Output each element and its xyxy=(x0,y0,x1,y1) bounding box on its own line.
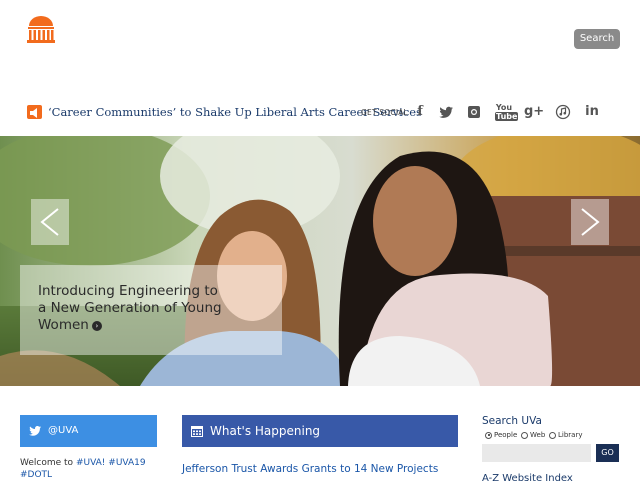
google-plus-icon[interactable]: g+ xyxy=(524,103,544,121)
hero-caption-text: Introducing Engineering to a New Generat… xyxy=(38,283,222,333)
twitter-header-bar[interactable] xyxy=(20,415,157,447)
az-index-link[interactable]: A-Z Website Index xyxy=(482,473,573,484)
radio-dot[interactable] xyxy=(549,431,556,439)
chevron-right-icon xyxy=(581,208,600,236)
radio-web[interactable]: Web xyxy=(521,431,545,439)
hashtag-link[interactable]: #DOTL xyxy=(20,470,52,480)
tweet-text: Welcome to #UVA! #UVA19 #DOTL xyxy=(20,457,160,481)
previous-slide-button[interactable] xyxy=(31,199,69,245)
calendar-icon xyxy=(191,426,203,437)
search-button[interactable]: Search xyxy=(574,29,620,49)
radio-library[interactable]: Library xyxy=(549,431,582,439)
radio-dot[interactable] xyxy=(485,431,492,439)
hero-caption-link[interactable]: Introducing Engineering to a New Generat… xyxy=(38,283,228,334)
twitter-icon xyxy=(29,426,42,436)
next-slide-button[interactable] xyxy=(571,199,609,245)
radio-label: People xyxy=(494,431,518,439)
tweet-prefix: Welcome to xyxy=(20,458,76,468)
go-button[interactable]: GO xyxy=(596,444,619,462)
search-uva-title: Search UVa xyxy=(482,415,542,427)
youtube-icon[interactable]: You Tube xyxy=(495,103,519,121)
hashtag-link[interactable]: #UVA! xyxy=(76,458,105,468)
facebook-icon[interactable]: f xyxy=(413,103,427,121)
hero-slideshow[interactable]: Introducing Engineering to a New Generat… xyxy=(0,136,640,386)
twitter-icon[interactable] xyxy=(437,103,455,121)
search-uva-input[interactable] xyxy=(482,444,591,462)
radio-label: Web xyxy=(530,431,546,439)
get-social-label: GET SOCIAL xyxy=(361,108,408,117)
chevron-left-icon xyxy=(40,208,59,236)
news-item-link[interactable]: Jefferson Trust Awards Grants to 14 New … xyxy=(182,463,438,475)
uva-rotunda-logo[interactable] xyxy=(26,14,56,44)
instagram-icon[interactable] xyxy=(467,103,481,121)
radio-label: Library xyxy=(558,431,583,439)
arrow-circle-right-icon: › xyxy=(91,321,102,331)
megaphone-icon xyxy=(27,105,42,119)
linkedin-icon[interactable]: in xyxy=(584,103,600,121)
radio-dot[interactable] xyxy=(521,431,528,439)
itunes-icon[interactable] xyxy=(555,103,571,121)
radio-people[interactable]: People xyxy=(485,431,517,439)
hero-caption-box[interactable]: Introducing Engineering to a New Generat… xyxy=(20,265,282,355)
whats-happening-title: What's Happening xyxy=(210,424,321,438)
hashtag-link[interactable]: #UVA19 xyxy=(108,458,145,468)
twitter-handle-link[interactable]: @UVA xyxy=(48,425,78,436)
